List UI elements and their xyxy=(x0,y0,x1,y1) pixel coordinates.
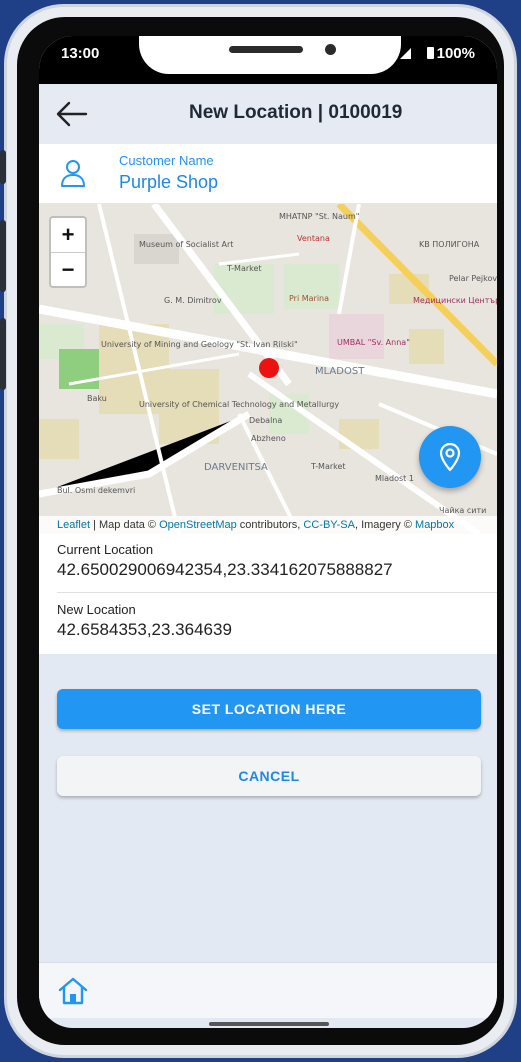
map-label: Bul. Osmi dekemvri xyxy=(57,486,136,495)
signal-icon xyxy=(400,48,411,59)
app-bar: New Location | 0100019 xyxy=(39,84,497,144)
map-label: Чайка сити xyxy=(439,506,487,515)
map-label: Abzheno xyxy=(251,434,286,443)
map-label: Pri Marina xyxy=(289,294,330,303)
phone-side-button xyxy=(0,318,6,390)
map-label: MHATNP "St. Naum" xyxy=(279,212,360,221)
map-label: T-Market xyxy=(311,462,346,471)
map-label: University of Chemical Technology and Me… xyxy=(139,400,340,409)
home-icon xyxy=(58,977,88,1005)
map-label: Ventana xyxy=(297,234,330,243)
map-label: Pelar Pejkov xyxy=(449,274,497,283)
map-attribution: Leaflet | Map data © OpenStreetMap contr… xyxy=(39,516,497,534)
map-label: KB ПОЛИГОНА xyxy=(419,240,480,249)
attribution-text: , Imagery © xyxy=(354,519,416,531)
home-indicator xyxy=(209,1022,329,1026)
map-label: Mladost 1 xyxy=(375,474,414,483)
home-button[interactable] xyxy=(57,975,89,1007)
app-screen: 13:00 100% New Location | 0100019 Custom… xyxy=(39,36,497,1028)
customer-name-value: Purple Shop xyxy=(119,172,219,192)
phone-side-button xyxy=(0,220,6,292)
divider xyxy=(57,592,497,593)
speaker xyxy=(229,46,303,53)
current-location-label: Current Location xyxy=(57,542,154,557)
mapbox-link[interactable]: Mapbox xyxy=(415,519,454,531)
current-location-value: 42.650029006942354,23.334162075888827 xyxy=(57,560,393,579)
map-label: Baku xyxy=(87,394,107,403)
map-label: MLADOST xyxy=(315,366,365,377)
map-label: University of Mining and Geology "St. Iv… xyxy=(101,340,298,349)
openstreetmap-link[interactable]: OpenStreetMap xyxy=(159,519,237,531)
status-time: 13:00 xyxy=(61,45,100,62)
map-pin-icon xyxy=(439,442,461,472)
person-icon xyxy=(61,160,85,187)
battery-status: 100% xyxy=(426,45,475,62)
map-label: G. M. Dimitrov xyxy=(164,296,222,305)
zoom-in-button[interactable]: + xyxy=(51,218,85,252)
location-info: Current Location 42.650029006942354,23.3… xyxy=(39,534,497,654)
battery-icon xyxy=(426,47,434,59)
back-button[interactable] xyxy=(55,100,89,128)
map-label: Museum of Socialist Art xyxy=(139,240,234,249)
customer-name-label: Customer Name xyxy=(119,153,214,168)
map-label: DARVENITSA xyxy=(204,462,268,473)
license-link[interactable]: CC-BY-SA xyxy=(303,519,355,531)
zoom-control: + − xyxy=(49,216,87,288)
map-label: UMBAL "Sv. Anna" xyxy=(337,338,410,347)
new-location-label: New Location xyxy=(57,602,136,617)
my-location-button[interactable] xyxy=(419,426,481,488)
customer-row: Customer Name Purple Shop xyxy=(39,144,497,204)
camera xyxy=(325,44,336,55)
cancel-button[interactable]: CANCEL xyxy=(57,756,481,796)
zoom-out-button[interactable]: − xyxy=(51,252,85,286)
phone-side-button xyxy=(0,150,6,184)
map-label: Медицински Център Кармония xyxy=(413,296,497,305)
device-notch xyxy=(139,36,401,74)
leaflet-link[interactable]: Leaflet xyxy=(57,519,90,531)
attribution-text: | Map data © xyxy=(90,519,160,531)
location-marker[interactable] xyxy=(259,358,279,378)
set-location-button[interactable]: SET LOCATION HERE xyxy=(57,689,481,729)
attribution-text: contributors, xyxy=(236,519,304,531)
arrow-left-icon xyxy=(56,101,88,127)
new-location-value: 42.6584353,23.364639 xyxy=(57,620,232,639)
battery-level: 100% xyxy=(436,45,475,62)
map-view[interactable]: + − MHATNP "St. Naum" Ventana KB ПОЛИГОН… xyxy=(39,204,497,534)
page-title: New Location | 0100019 xyxy=(189,102,403,123)
map-label: T-Market xyxy=(227,264,262,273)
map-label: Debalna xyxy=(249,416,283,425)
bottom-nav xyxy=(39,962,497,1018)
